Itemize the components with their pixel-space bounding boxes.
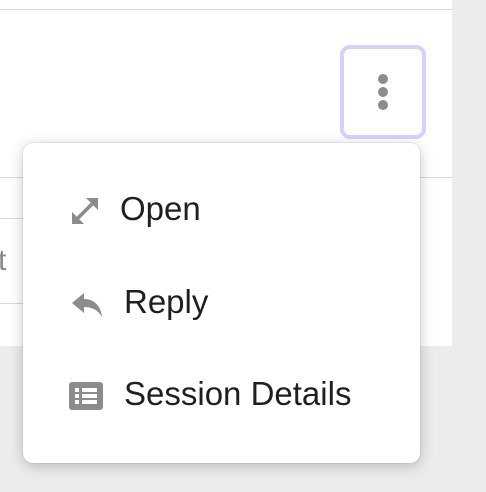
more-options-button[interactable] (340, 45, 426, 139)
menu-item-open[interactable]: Open (23, 173, 420, 245)
row-truncated-text: t (0, 244, 7, 277)
list-details-icon (69, 382, 103, 410)
expand-icon (72, 198, 98, 224)
top-divider (0, 9, 452, 10)
context-menu: Open Reply Session Details (23, 143, 420, 463)
reply-icon (72, 293, 102, 317)
menu-item-session-details-label: Session Details (124, 375, 352, 412)
menu-item-reply[interactable]: Reply (23, 266, 420, 338)
menu-item-reply-label: Reply (124, 283, 209, 320)
more-vertical-icon (378, 74, 388, 110)
menu-item-session-details[interactable]: Session Details (23, 358, 420, 430)
menu-item-open-label: Open (120, 190, 201, 227)
